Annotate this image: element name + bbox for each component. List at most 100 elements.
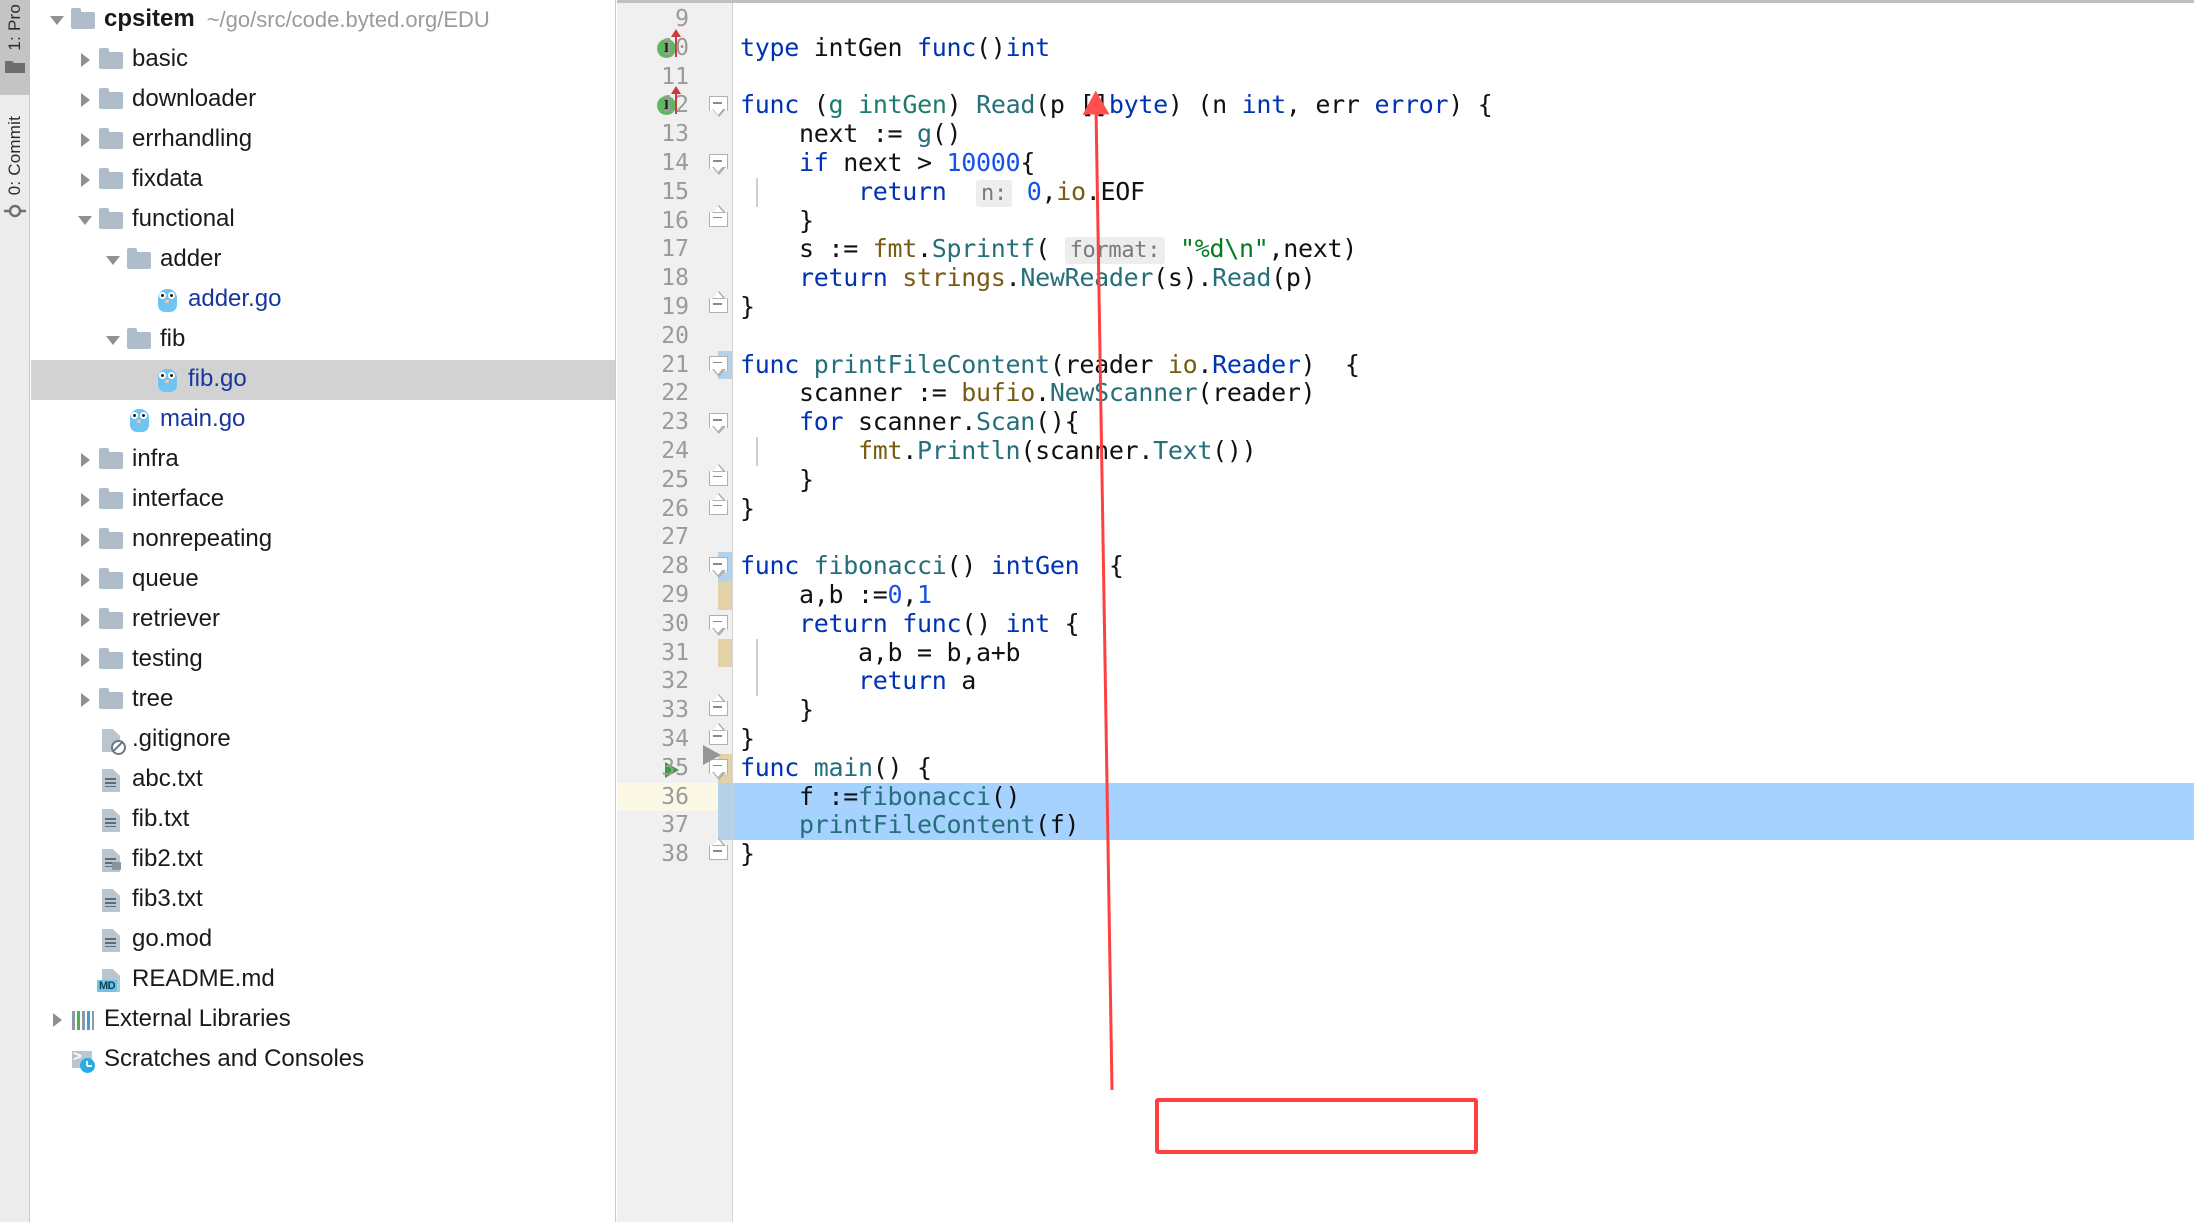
tree-row-interface[interactable]: interface [31, 480, 615, 520]
editor-line[interactable]: 28 func fibonacci() intGen { [617, 551, 2194, 581]
line-code[interactable]: next := g() [740, 119, 962, 149]
chevron-right-icon[interactable] [75, 489, 97, 511]
editor-line[interactable]: 33 } [617, 695, 2194, 725]
tree-row-scratches-and-consoles[interactable]: Scratches and Consoles [31, 1040, 615, 1080]
line-code[interactable]: } [740, 465, 814, 495]
project-tree[interactable]: cpsitem ~/go/src/code.byted.org/EDU basic d… [31, 0, 615, 1080]
tree-row-go-mod[interactable]: go.mod [31, 920, 615, 960]
line-code[interactable]: if next > 10000{ [740, 148, 1035, 178]
tree-row-adder-go[interactable]: adder.go [31, 280, 615, 320]
tree-row-external-libraries[interactable]: External Libraries [31, 1000, 615, 1040]
tool-window-button-project[interactable]: 1: Pro [0, 0, 30, 95]
line-code[interactable]: for scanner.Scan(){ [740, 407, 1080, 437]
tree-row-functional[interactable]: functional [31, 200, 615, 240]
editor-line[interactable]: 36 f :=fibonacci() [617, 782, 2194, 812]
line-code[interactable]: } [740, 695, 814, 725]
line-code[interactable]: a,b :=0,1 [740, 580, 932, 610]
line-code[interactable]: type intGen func()int [740, 33, 1050, 63]
editor-line[interactable]: 20 [617, 322, 2194, 351]
editor-line[interactable]: 27 [617, 523, 2194, 552]
editor-line[interactable]: 12 func (g intGen) Read(p []byte) (n int,… [617, 90, 2194, 120]
tree-row-fib3-txt[interactable]: fib3.txt [31, 880, 615, 920]
chevron-right-icon[interactable] [75, 169, 97, 191]
editor-line[interactable]: 32 return a [617, 666, 2194, 696]
editor-line[interactable]: 34} [617, 724, 2194, 754]
tree-row-fib2-txt[interactable]: fib2.txt [31, 840, 615, 880]
tree-row-basic[interactable]: basic [31, 40, 615, 80]
line-code[interactable]: f :=fibonacci() [740, 782, 1021, 812]
editor-line[interactable]: 22 scanner := bufio.NewScanner(reader) [617, 378, 2194, 408]
editor-line[interactable]: 10 type intGen func()int [617, 33, 2194, 63]
editor-line[interactable]: 26} [617, 494, 2194, 524]
editor-line[interactable]: 14 if next > 10000{ [617, 148, 2194, 178]
editor-line[interactable]: 19} [617, 292, 2194, 322]
line-code[interactable]: fmt.Println(scanner.Text()) [740, 436, 1257, 466]
tree-row-abc-txt[interactable]: abc.txt [31, 760, 615, 800]
chevron-down-icon[interactable] [47, 9, 69, 31]
editor-line[interactable]: 18 return strings.NewReader(s).Read(p) [617, 263, 2194, 293]
editor-line[interactable]: 9 [617, 5, 2194, 34]
tree-row-queue[interactable]: queue [31, 560, 615, 600]
tree-row-fib[interactable]: fib [31, 320, 615, 360]
chevron-right-icon[interactable] [75, 569, 97, 591]
chevron-right-icon[interactable] [75, 649, 97, 671]
tree-row-readme-md[interactable]: MD README.md [31, 960, 615, 1000]
editor-line[interactable]: 17 s := fmt.Sprintf( format: "%d\n",next… [617, 234, 2194, 266]
chevron-right-icon[interactable] [75, 689, 97, 711]
editor-line[interactable]: 16 } [617, 206, 2194, 236]
editor-line[interactable]: 35 func main() { [617, 753, 2194, 783]
editor-line[interactable]: 24 fmt.Println(scanner.Text()) [617, 436, 2194, 466]
editor-line[interactable]: 11 [617, 63, 2194, 92]
tree-row-retriever[interactable]: retriever [31, 600, 615, 640]
tree-row-adder[interactable]: adder [31, 240, 615, 280]
line-code[interactable]: } [740, 494, 755, 524]
line-code[interactable]: a,b = b,a+b [740, 638, 1021, 668]
chevron-right-icon[interactable] [75, 529, 97, 551]
tree-row-main-go[interactable]: main.go [31, 400, 615, 440]
chevron-right-icon[interactable] [75, 609, 97, 631]
line-code[interactable]: func fibonacci() intGen { [740, 551, 1124, 581]
line-code[interactable]: scanner := bufio.NewScanner(reader) [740, 378, 1316, 408]
tree-row-fib-txt[interactable]: fib.txt [31, 800, 615, 840]
editor-line[interactable]: 37 printFileContent(f) [617, 810, 2194, 840]
line-code[interactable]: return strings.NewReader(s).Read(p) [740, 263, 1316, 293]
line-code[interactable]: func printFileContent(reader io.Reader) … [740, 350, 1360, 380]
line-code[interactable]: return n: 0,io.EOF [740, 177, 1145, 209]
line-code[interactable]: } [740, 206, 814, 236]
editor-line[interactable]: 38} [617, 839, 2194, 869]
editor-line[interactable]: 15 return n: 0,io.EOF [617, 177, 2194, 209]
chevron-down-icon[interactable] [103, 249, 125, 271]
tool-window-button-commit[interactable]: 0: Commit [0, 112, 30, 242]
tree-row-fixdata[interactable]: fixdata [31, 160, 615, 200]
editor-line[interactable]: 23 for scanner.Scan(){ [617, 407, 2194, 437]
chevron-down-icon[interactable] [103, 329, 125, 351]
chevron-right-icon[interactable] [75, 89, 97, 111]
line-code[interactable]: return a [740, 666, 976, 696]
editor-line[interactable]: 31 a,b = b,a+b [617, 638, 2194, 668]
tree-row-errhandling[interactable]: errhandling [31, 120, 615, 160]
tree-row-nonrepeating[interactable]: nonrepeating [31, 520, 615, 560]
chevron-right-icon[interactable] [47, 1009, 69, 1031]
line-code[interactable]: func (g intGen) Read(p []byte) (n int, e… [740, 90, 1493, 120]
line-code[interactable]: printFileContent(f) [740, 810, 1080, 840]
chevron-right-icon[interactable] [75, 129, 97, 151]
chevron-right-icon[interactable] [75, 49, 97, 71]
line-code[interactable]: return func() int { [740, 609, 1080, 639]
code-editor[interactable]: 9 I 10 type intGen func()int 11 I 12 func (g in… [617, 0, 2194, 1222]
tree-row-testing[interactable]: testing [31, 640, 615, 680]
line-code[interactable]: s := fmt.Sprintf( format: "%d\n",next) [740, 234, 1357, 266]
tree-row-infra[interactable]: infra [31, 440, 615, 480]
tree-row-downloader[interactable]: downloader [31, 80, 615, 120]
editor-line[interactable]: 25 } [617, 465, 2194, 495]
tree-row-gitignore[interactable]: .gitignore [31, 720, 615, 760]
line-code[interactable]: } [740, 724, 755, 754]
line-code[interactable]: } [740, 292, 755, 322]
editor-line[interactable]: 29 a,b :=0,1 [617, 580, 2194, 610]
tree-row-tree[interactable]: tree [31, 680, 615, 720]
chevron-right-icon[interactable] [75, 449, 97, 471]
project-tool-window[interactable]: cpsitem ~/go/src/code.byted.org/EDU basic d… [31, 0, 616, 1222]
line-code[interactable]: } [740, 839, 755, 869]
tree-row-fib-go[interactable]: fib.go [31, 360, 615, 400]
chevron-down-icon[interactable] [75, 209, 97, 231]
line-code[interactable]: func main() { [740, 753, 932, 783]
